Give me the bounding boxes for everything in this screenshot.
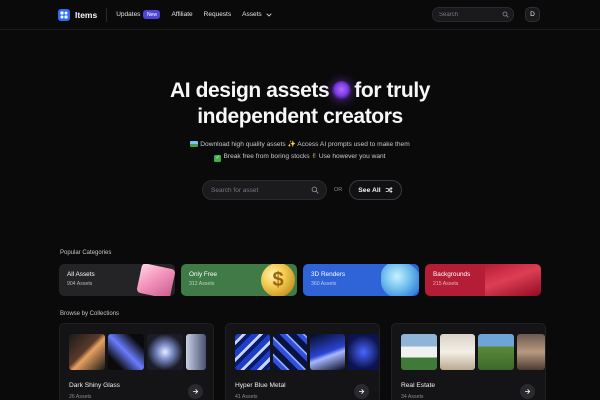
hero-title-line2: independent creators [197,105,403,128]
arrow-right-button[interactable] [520,384,535,399]
search-icon[interactable] [311,186,319,194]
chevron-down-icon [266,13,272,17]
gold-coin-image: $ [261,264,295,296]
category-3d-renders[interactable]: 3D Renders 360 Assets [303,264,419,296]
hero-search-row: OR See All [202,180,402,200]
arrow-right-button[interactable] [188,384,203,399]
category-list: All Assets 904 Assets Only Free 312 Asse… [59,264,541,296]
check-icon: ✓ [214,155,222,162]
thumbnail-image [439,334,476,370]
arrow-right-icon [358,389,365,394]
logo-text: Items [75,9,98,20]
thumbnail-image [348,334,380,370]
nav-link-requests[interactable]: Requests [204,11,231,18]
arrow-right-icon [192,389,199,394]
3d-shape-image [381,264,419,296]
see-all-label: See All [358,186,381,194]
thumbnail-image [186,334,206,370]
or-label: OR [334,187,343,193]
nav-link-updates[interactable]: Updates New [116,10,161,19]
collection-card-real-estate[interactable]: Real Estate 34 Assets [391,323,546,400]
collection-card-hyper-blue-metal[interactable]: Hyper Blue Metal 41 Assets [225,323,380,400]
hero-subtitle: Download high quality assets ✨ Access AI… [0,139,600,163]
nav-link-assets[interactable]: Assets [242,11,273,19]
category-all-assets[interactable]: All Assets 904 Assets [59,264,175,296]
collection-thumbnails [235,334,380,370]
thumbnail-image [235,334,270,370]
nav-search-input[interactable] [439,11,499,18]
shuffle-icon [385,187,393,193]
logo[interactable]: Items [58,8,98,21]
thumbnail-image [272,334,308,370]
rock-hand-icon: ✌ [311,153,317,160]
nav-link-requests-label: Requests [203,11,232,18]
thumbnail-image [478,334,515,370]
thumbnail-image [147,334,183,370]
browse-collections-heading: Browse by Collections [60,311,120,317]
hero-sub-2a: Break free from boring stocks [223,153,310,160]
picture-icon [190,140,199,147]
collection-thumbnails [69,334,213,370]
popular-categories-heading: Popular Categories [60,250,112,256]
hero-sub-2b: Use however you want [318,153,386,160]
collection-title: Dark Shiny Glass [69,382,120,389]
pink-cube-image [136,264,175,296]
collection-count: 26 Assets [69,394,92,400]
red-wave-image [485,264,541,296]
nav-search-box [432,7,514,22]
see-all-button[interactable]: See All [349,180,402,200]
collection-title: Real Estate [401,382,436,389]
collection-count: 34 Assets [401,394,424,400]
hero-title-line1-a: AI design assets [169,79,330,102]
hero-title-line1-b: for truly [354,79,431,102]
nav-link-affiliate[interactable]: Affiliate [171,11,192,18]
thumbnail-image [310,334,346,370]
collection-title: Hyper Blue Metal [235,382,286,389]
purple-orb-icon [332,81,352,100]
nav-link-updates-label: Updates [116,11,141,18]
category-only-free[interactable]: Only Free 312 Assets $ [181,264,297,296]
hero-search-box [202,180,327,200]
nav-link-assets-label: Assets [242,11,262,18]
thumbnail-image [69,334,105,370]
category-backgrounds[interactable]: Backgrounds 215 Assets [425,264,541,296]
new-badge: New [143,10,161,19]
sparkles-icon: ✨ [287,141,296,148]
collection-list: Dark Shiny Glass 26 Assets Hyper Blue Me… [59,323,546,400]
avatar[interactable]: D [525,7,540,22]
page: Items Updates New Affiliate Requests Ass… [0,0,600,400]
top-nav: Items Updates New Affiliate Requests Ass… [0,0,600,30]
arrow-right-icon [524,389,531,394]
thumbnail-image [517,334,545,370]
logo-icon [58,8,70,21]
thumbnail-image [108,334,144,370]
collection-thumbnails [401,334,545,370]
search-icon[interactable] [502,11,509,18]
hero-title: AI design assets for truly independent cr… [0,78,600,130]
arrow-right-button[interactable] [354,384,369,399]
collection-card-dark-shiny-glass[interactable]: Dark Shiny Glass 26 Assets [59,323,214,400]
hero-search-input[interactable] [211,186,301,194]
nav-divider [106,7,108,22]
nav-links: Updates New Affiliate Requests Assets [116,10,272,19]
hero-sub-1b: Access AI prompts used to make them [297,141,410,148]
hero-sub-1a: Download high quality assets [200,141,286,148]
collection-count: 41 Assets [235,394,258,400]
thumbnail-image [401,334,437,370]
nav-link-affiliate-label: Affiliate [171,11,193,18]
